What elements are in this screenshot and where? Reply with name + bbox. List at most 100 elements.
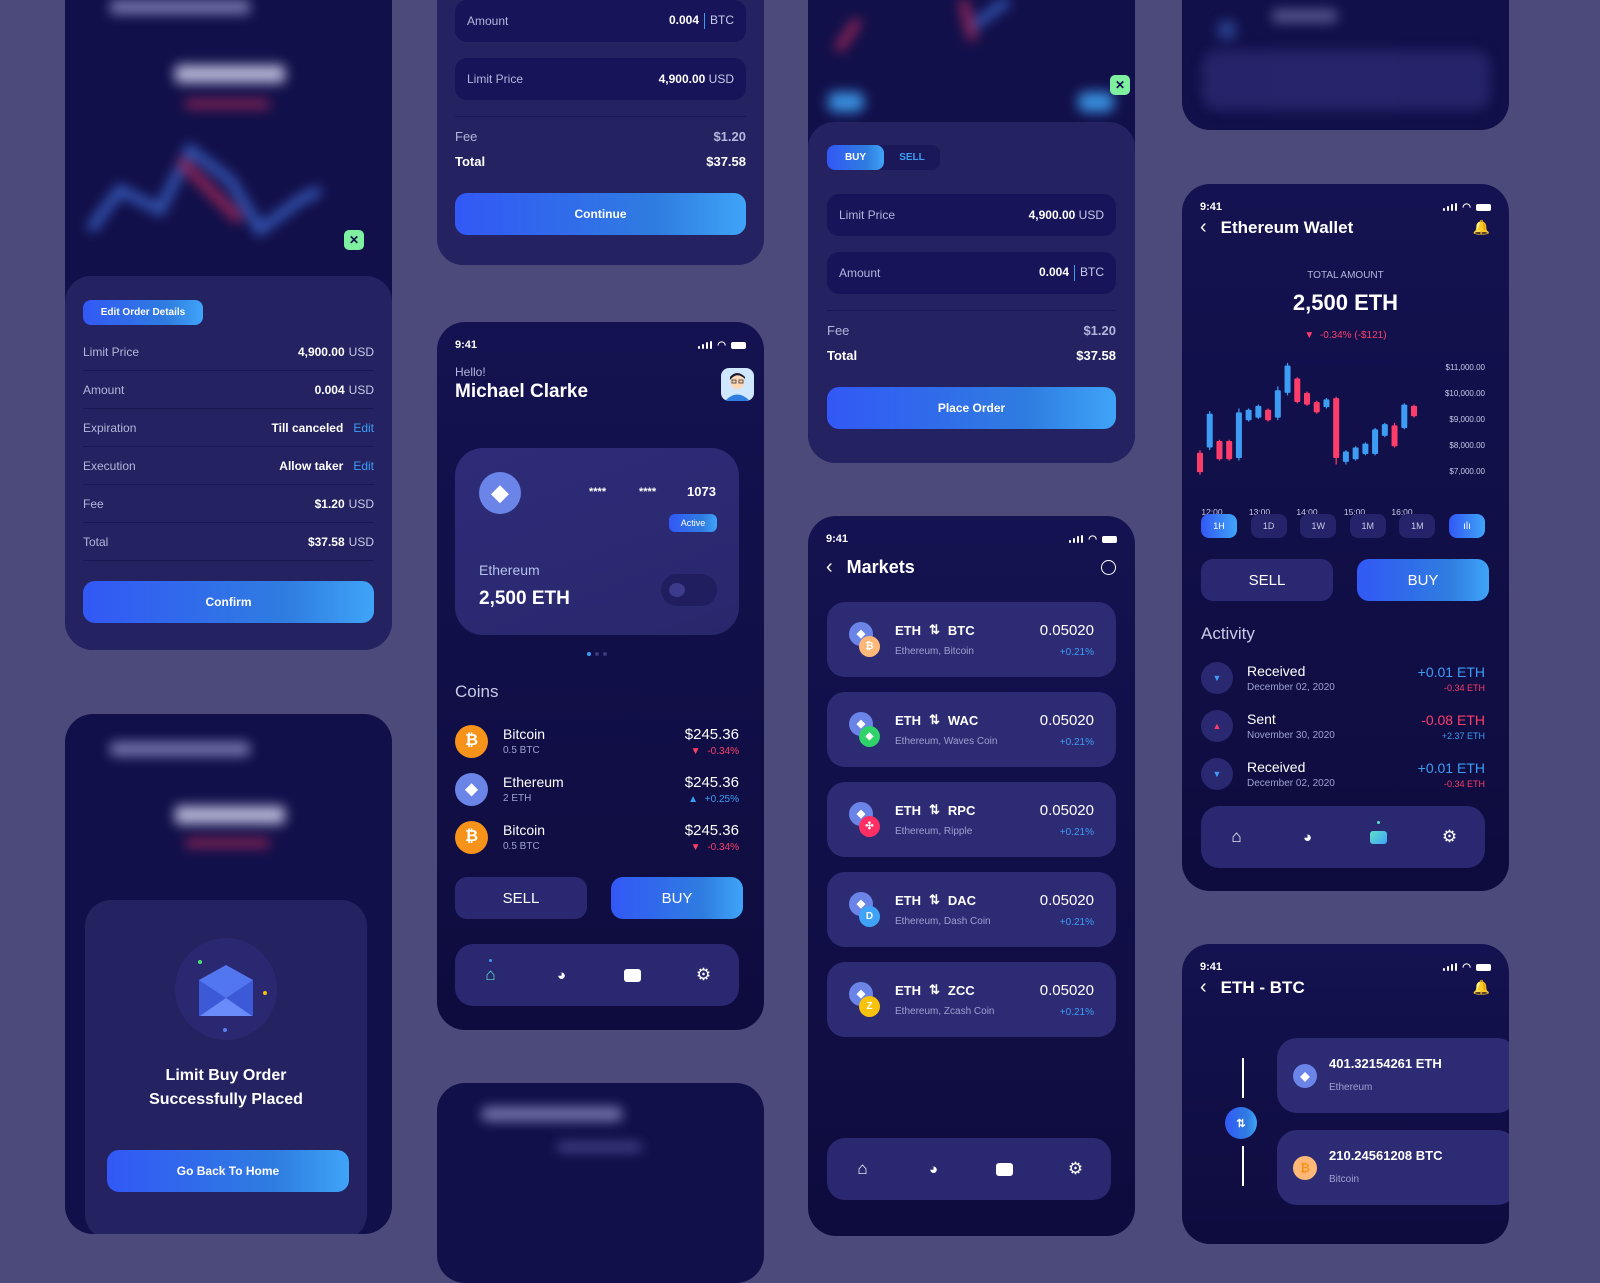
bitcoin-icon: ₿ bbox=[1293, 1156, 1317, 1180]
market-pair-card[interactable]: ◆ ₿ ETH ⇅ BTC Ethereum, Bitcoin 0.05020 +0.21% bbox=[827, 602, 1116, 677]
edit-order-details-badge[interactable]: Edit Order Details bbox=[83, 300, 203, 325]
limit-price-field[interactable]: Limit Price 4,900.00 USD bbox=[455, 58, 746, 100]
nav-settings[interactable]: ⚙ bbox=[694, 965, 714, 985]
card-pagination[interactable] bbox=[587, 652, 607, 656]
to-card[interactable]: ₿ 210.24561208 BTC Bitcoin bbox=[1277, 1130, 1509, 1205]
amount-field[interactable]: Amount 0.004 BTC bbox=[455, 0, 746, 42]
coin-row[interactable]: ◆ Ethereum 2 ETH $245.36 ▲ +0.25% bbox=[455, 765, 739, 813]
market-pair-card[interactable]: ◆ ◆ ETH ⇅ WAC Ethereum, Waves Coin 0.05020 +0.2… bbox=[827, 692, 1116, 767]
edit-link[interactable]: Edit bbox=[353, 459, 374, 473]
candle-body bbox=[1411, 405, 1417, 417]
close-button[interactable]: ✕ bbox=[1110, 75, 1130, 95]
card-toggle[interactable] bbox=[661, 574, 717, 606]
row-label: Limit Price bbox=[83, 344, 140, 359]
go-back-home-button[interactable]: Go Back To Home bbox=[107, 1150, 349, 1192]
connector-line bbox=[1242, 1146, 1244, 1186]
from-name: Ethereum bbox=[1329, 1082, 1373, 1093]
bottom-nav: ⌂ ◕ ⚙ bbox=[455, 944, 739, 1006]
candle-body bbox=[1197, 452, 1203, 473]
chart-type-button[interactable]: ılı bbox=[1448, 514, 1485, 538]
timeframe-button[interactable]: 1D bbox=[1250, 514, 1287, 538]
nav-home[interactable]: ⌂ bbox=[853, 1159, 873, 1179]
market-pair-card[interactable]: ◆ D ETH ⇅ DAC Ethereum, Dash Coin 0.05020 +0.21… bbox=[827, 872, 1116, 947]
pair-price: 0.05020 bbox=[1039, 801, 1094, 819]
row-label: Total bbox=[83, 534, 109, 549]
from-card[interactable]: ◆ 401.32154261 ETH Ethereum bbox=[1277, 1038, 1509, 1113]
pair-names: Ethereum, Bitcoin bbox=[895, 646, 974, 657]
activity-icon: ▼ bbox=[1201, 758, 1233, 790]
swap-icon: ⇅ bbox=[929, 892, 940, 907]
buy-button[interactable]: BUY bbox=[1357, 559, 1489, 601]
fee-value: $1.20 bbox=[713, 129, 746, 144]
activity-row[interactable]: ▼ Received December 02, 2020 +0.01 ETH -0.34… bbox=[1201, 750, 1485, 798]
timeframe-button[interactable]: 1M bbox=[1349, 514, 1386, 538]
nav-settings[interactable]: ⚙ bbox=[1440, 827, 1460, 847]
market-pair-card[interactable]: ◆ ✣ ETH ⇅ RPC Ethereum, Ripple 0.05020 +0.21% bbox=[827, 782, 1116, 857]
battery-icon bbox=[1476, 963, 1491, 971]
confirm-button[interactable]: Confirm bbox=[83, 581, 374, 623]
candle-body bbox=[1304, 392, 1310, 405]
change-indicator: ▼ -0.34% (-$121) bbox=[1304, 330, 1387, 341]
activity-amount: -0.08 ETH bbox=[1421, 711, 1485, 728]
back-icon[interactable]: ‹ bbox=[1200, 216, 1207, 239]
bell-icon[interactable]: 🔔 bbox=[1473, 219, 1490, 236]
sell-button[interactable]: SELL bbox=[1201, 559, 1333, 601]
back-icon[interactable]: ‹ bbox=[1200, 976, 1207, 999]
wallet-card[interactable]: ◆ **** **** 1073 Active Ethereum 2,500 E… bbox=[455, 448, 739, 635]
pair-change: +0.21% bbox=[1059, 646, 1094, 658]
fee-value: $1.20 bbox=[1083, 323, 1116, 338]
nav-home[interactable]: ⌂ bbox=[481, 959, 501, 985]
pair-names: Ethereum, Waves Coin bbox=[895, 736, 998, 747]
activity-row[interactable]: ▲ Sent November 30, 2020 -0.08 ETH +2.37 ETH bbox=[1201, 702, 1485, 750]
buy-button[interactable]: BUY bbox=[611, 877, 743, 919]
place-order-button[interactable]: Place Order bbox=[827, 387, 1116, 429]
nav-home[interactable]: ⌂ bbox=[1227, 827, 1247, 847]
nav-portfolio[interactable]: ◕ bbox=[1298, 827, 1318, 847]
swap-button[interactable]: ⇅ bbox=[1225, 1107, 1257, 1139]
status-icons: ◠ bbox=[1442, 202, 1491, 213]
nav-wallet[interactable] bbox=[995, 1159, 1015, 1179]
amount-field[interactable]: Amount 0.004 BTC bbox=[827, 252, 1116, 294]
activity-row[interactable]: ▼ Received December 02, 2020 +0.01 ETH -0.34… bbox=[1201, 654, 1485, 702]
tab-buy[interactable]: BUY bbox=[827, 145, 884, 170]
connector-line bbox=[1242, 1058, 1244, 1098]
card-last4: 1073 bbox=[687, 484, 716, 499]
candle-body bbox=[1274, 390, 1281, 418]
caret-down-icon: ▼ bbox=[1212, 673, 1222, 683]
signal-icon bbox=[697, 341, 713, 349]
y-tick-label: $7,000.00 bbox=[1449, 467, 1485, 476]
nav-wallet[interactable] bbox=[1369, 821, 1389, 847]
back-icon[interactable]: ‹ bbox=[826, 556, 833, 579]
continue-button[interactable]: Continue bbox=[455, 193, 746, 235]
nav-wallet[interactable] bbox=[623, 965, 643, 985]
caret-down-icon: ▼ bbox=[690, 841, 704, 853]
pair-change: +0.21% bbox=[1059, 916, 1094, 928]
nav-portfolio[interactable]: ◕ bbox=[924, 1159, 944, 1179]
quote-coin-icon: ◆ bbox=[859, 725, 880, 747]
pair-icon: ◆ ◆ bbox=[849, 711, 883, 748]
limit-price-field[interactable]: Limit Price 4,900.00 USD bbox=[827, 194, 1116, 236]
close-button[interactable]: ✕ bbox=[344, 230, 364, 250]
nav-settings[interactable]: ⚙ bbox=[1066, 1159, 1086, 1179]
avatar[interactable] bbox=[721, 368, 754, 401]
timeframe-button[interactable]: 1M bbox=[1399, 514, 1436, 538]
timeframe-button[interactable]: 1W bbox=[1300, 514, 1337, 538]
pair-price: 0.05020 bbox=[1039, 711, 1094, 729]
activity-icon: ▼ bbox=[1201, 662, 1233, 694]
search-icon[interactable] bbox=[1101, 560, 1116, 575]
coin-row[interactable]: ₿ Bitcoin 0.5 BTC $245.36 ▼ -0.34% bbox=[455, 813, 739, 861]
sell-button[interactable]: SELL bbox=[455, 877, 587, 919]
total-value: $37.58 bbox=[706, 154, 746, 169]
tab-sell[interactable]: SELL bbox=[884, 145, 940, 170]
quote-coin-icon: ✣ bbox=[859, 815, 880, 837]
timeframe-button[interactable]: 1H bbox=[1201, 514, 1237, 538]
activity-date: December 02, 2020 bbox=[1247, 682, 1335, 693]
activity-date: December 02, 2020 bbox=[1247, 778, 1335, 789]
bell-icon[interactable]: 🔔 bbox=[1473, 979, 1490, 996]
market-pair-card[interactable]: ◆ Z ETH ⇅ ZCC Ethereum, Zcash Coin 0.05020 +0.2… bbox=[827, 962, 1116, 1037]
y-tick-label: $9,000.00 bbox=[1449, 415, 1485, 424]
coin-row[interactable]: ₿ Bitcoin 0.5 BTC $245.36 ▼ -0.34% bbox=[455, 717, 739, 765]
nav-portfolio[interactable]: ◕ bbox=[552, 965, 572, 985]
edit-link[interactable]: Edit bbox=[353, 421, 374, 435]
activity-icon: ▲ bbox=[1201, 710, 1233, 742]
